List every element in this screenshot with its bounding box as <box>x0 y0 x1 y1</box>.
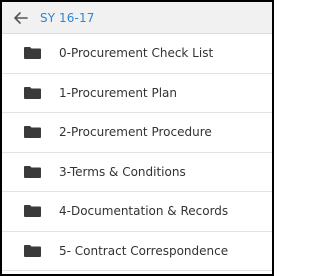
folder-item[interactable]: 3-Terms & Conditions <box>2 153 272 192</box>
folder-item[interactable]: 4-Documentation & Records <box>2 192 272 232</box>
folder-icon <box>24 205 41 218</box>
back-button[interactable] <box>2 2 40 34</box>
breadcrumb-bar: SY 16-17 <box>2 2 272 34</box>
folder-browser-panel: SY 16-17 0-Procurement Check List 1-Proc… <box>0 0 274 276</box>
arrow-left-icon <box>14 11 28 24</box>
folder-item[interactable]: 0-Procurement Check List <box>2 34 272 74</box>
folder-item[interactable]: 2-Procurement Procedure <box>2 113 272 153</box>
folder-item[interactable]: 5- Contract Correspondence <box>2 232 272 271</box>
folder-icon <box>24 165 41 178</box>
breadcrumb-current[interactable]: SY 16-17 <box>40 11 94 25</box>
folder-item[interactable]: 1-Procurement Plan <box>2 74 272 113</box>
folder-label: 4-Documentation & Records <box>59 204 229 219</box>
folder-label: 2-Procurement Procedure <box>59 125 212 140</box>
folder-icon <box>24 86 41 99</box>
folder-icon <box>24 126 41 139</box>
folder-icon <box>24 244 41 257</box>
folder-label: 3-Terms & Conditions <box>59 164 186 179</box>
folder-label: 1-Procurement Plan <box>59 85 177 100</box>
folder-icon <box>24 47 41 60</box>
folder-list: 0-Procurement Check List 1-Procurement P… <box>2 34 272 271</box>
folder-label: 5- Contract Correspondence <box>59 243 229 258</box>
folder-label: 0-Procurement Check List <box>59 46 214 61</box>
